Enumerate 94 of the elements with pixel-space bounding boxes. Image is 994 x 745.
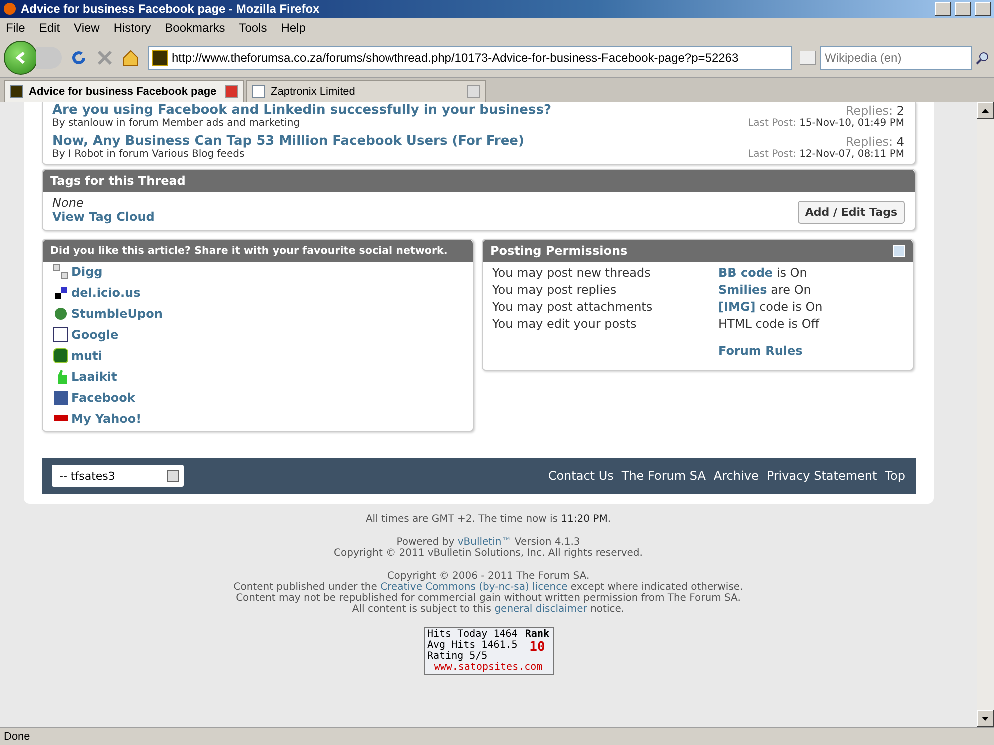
share-link[interactable]: Laaikit bbox=[72, 370, 118, 384]
close-button[interactable] bbox=[975, 2, 991, 16]
menu-item[interactable]: Help bbox=[281, 21, 306, 35]
footer-note: Content published under the Creative Commons (by-nc-sa) licence except where indicated otherwise. bbox=[234, 582, 744, 593]
site-icon bbox=[152, 50, 168, 66]
restore-button[interactable] bbox=[955, 2, 971, 16]
address-field[interactable]: http://www.theforumsa.co.za/forums/showthread.php/10173-Advice-for-business-Facebook-page?p=52263 bbox=[148, 46, 792, 70]
counter-line: Hits Today 1464 bbox=[428, 629, 519, 640]
thread-link[interactable]: Now, Any Business Can Tap 53 Million Facebook Users (For Free) bbox=[52, 134, 524, 149]
counter-site: www.satopsites.com bbox=[433, 662, 544, 673]
footer-note-link[interactable]: vBulletin™ bbox=[458, 537, 512, 548]
search-field[interactable]: Wikipedia (en) bbox=[820, 46, 972, 70]
footer-note: Content may not be republished for commercial gain without written permission from The Forum SA. bbox=[236, 593, 741, 604]
scrollbar[interactable] bbox=[977, 102, 994, 727]
replies-count: Replies: 2 bbox=[846, 104, 904, 118]
setting-status: code is On bbox=[760, 300, 823, 314]
dropdown-button[interactable] bbox=[166, 470, 178, 482]
footer-link[interactable]: Contact Us bbox=[548, 469, 614, 483]
forum-rules-link[interactable]: Forum Rules bbox=[718, 344, 803, 358]
minimize-button[interactable] bbox=[935, 2, 951, 16]
style-select[interactable]: -- tfsates3 bbox=[52, 465, 184, 487]
footer-link[interactable]: The Forum SA bbox=[622, 469, 706, 483]
rank-value: 10 bbox=[530, 640, 546, 655]
share-link[interactable]: Facebook bbox=[72, 391, 136, 405]
menu-item[interactable]: Edit bbox=[39, 21, 60, 35]
footer-link[interactable]: Archive bbox=[714, 469, 759, 483]
share-link[interactable]: StumbleUpon bbox=[72, 307, 163, 321]
up-arrow-icon bbox=[982, 108, 989, 112]
footer-link[interactable]: Privacy Statement bbox=[766, 469, 878, 483]
reload-icon[interactable] bbox=[70, 48, 88, 66]
down-arrow-icon bbox=[982, 716, 989, 720]
panel-title: Tags for this Thread bbox=[50, 174, 186, 188]
setting-link[interactable]: [IMG] bbox=[718, 300, 756, 314]
share-link[interactable]: My Yahoo! bbox=[72, 412, 142, 426]
setting-link[interactable]: BB code bbox=[718, 266, 774, 280]
search-icon[interactable] bbox=[976, 50, 990, 64]
panel-title: Did you like this article? Share it with your favourite social network. bbox=[50, 245, 448, 257]
back-button[interactable] bbox=[4, 40, 38, 74]
tags-none: None bbox=[52, 196, 84, 210]
setting-status: are On bbox=[771, 283, 812, 297]
thread-byline: By I Robot in forum Various Blog feeds bbox=[52, 149, 245, 160]
menu-item[interactable]: History bbox=[114, 21, 152, 35]
hit-counter[interactable]: Hits Today 1464 Avg Hits 1461.5 Rating 5/5 Rank 10 www.satopsites.com bbox=[424, 627, 554, 675]
menu-item[interactable]: Tools bbox=[239, 21, 268, 35]
tag-cloud-link[interactable]: View Tag Cloud bbox=[52, 210, 155, 224]
setting-status: is On bbox=[776, 266, 808, 280]
thread-byline: By stanlouw in forum Member ads and marketing bbox=[52, 118, 300, 129]
counter-line: Rating 5/5 bbox=[428, 651, 489, 662]
footer-note-link[interactable]: general disclaimer bbox=[494, 604, 588, 615]
permission-text: You may post attachments bbox=[492, 300, 654, 314]
footer-note-link[interactable]: Creative Commons (by-nc-sa) licence bbox=[380, 582, 568, 593]
permission-text: You may post new threads bbox=[492, 266, 652, 280]
permission-text: You may edit your posts bbox=[492, 317, 638, 331]
browser-icon bbox=[3, 2, 17, 16]
replies-count: Replies: 4 bbox=[846, 135, 904, 149]
panel-title: Posting Permissions bbox=[490, 244, 628, 258]
share-icon bbox=[52, 264, 68, 280]
footer-note: Copyright © 2006 - 2011 The Forum SA. bbox=[387, 571, 590, 582]
share-icon bbox=[52, 306, 68, 322]
menu-item[interactable]: View bbox=[74, 21, 100, 35]
menu-item[interactable]: File bbox=[6, 21, 26, 35]
share-icon bbox=[52, 327, 68, 343]
facebook-icon bbox=[52, 390, 68, 406]
footer-note: Copyright © 2011 vBulletin Solutions, Inc. All rights reserved. bbox=[334, 548, 643, 559]
counter-line: Avg Hits 1461.5 bbox=[428, 640, 519, 651]
browser-tab[interactable]: Advice for business Facebook page bbox=[4, 80, 244, 102]
last-post: Last Post: 12-Nov-07, 08:11 PM bbox=[748, 149, 904, 160]
page-icon bbox=[10, 84, 24, 98]
share-link[interactable]: del.icio.us bbox=[72, 286, 141, 300]
thread-link[interactable]: Are you using Facebook and Linkedin successfully in your business? bbox=[52, 103, 552, 118]
setting-status: HTML code is Off bbox=[718, 317, 820, 331]
collapse-button[interactable] bbox=[892, 245, 904, 257]
page-icon bbox=[252, 84, 266, 98]
share-link[interactable]: Digg bbox=[72, 265, 103, 279]
home-icon[interactable] bbox=[122, 48, 140, 66]
scroll-up-button[interactable] bbox=[977, 102, 994, 119]
status-text: Done bbox=[4, 730, 30, 742]
footer-note: All content is subject to this general disclaimer notice. bbox=[352, 604, 625, 615]
add-edit-tags-button[interactable]: Add / Edit Tags bbox=[798, 201, 904, 224]
footer-link[interactable]: Top bbox=[885, 469, 906, 483]
share-icon bbox=[52, 285, 68, 301]
scroll-down-button[interactable] bbox=[977, 710, 994, 727]
browser-tab[interactable]: Zaptronix Limited bbox=[246, 80, 486, 102]
share-icon bbox=[52, 348, 68, 364]
share-link[interactable]: muti bbox=[72, 349, 102, 363]
window-title: Advice for business Facebook page - Mozilla Firefox bbox=[21, 2, 321, 16]
setting-link[interactable]: Smilies bbox=[718, 283, 768, 297]
permission-text: You may post replies bbox=[492, 283, 618, 297]
share-link[interactable]: Google bbox=[72, 328, 119, 342]
rank-label: Rank bbox=[525, 629, 550, 640]
menu-item[interactable]: Bookmarks bbox=[165, 21, 226, 35]
last-post: Last Post: 15-Nov-10, 01:49 PM bbox=[748, 118, 904, 129]
footer-note: Powered by vBulletin™ Version 4.1.3 bbox=[396, 537, 580, 548]
footer-note: All times are GMT +2. The time now is 11:20 PM. bbox=[366, 514, 612, 525]
